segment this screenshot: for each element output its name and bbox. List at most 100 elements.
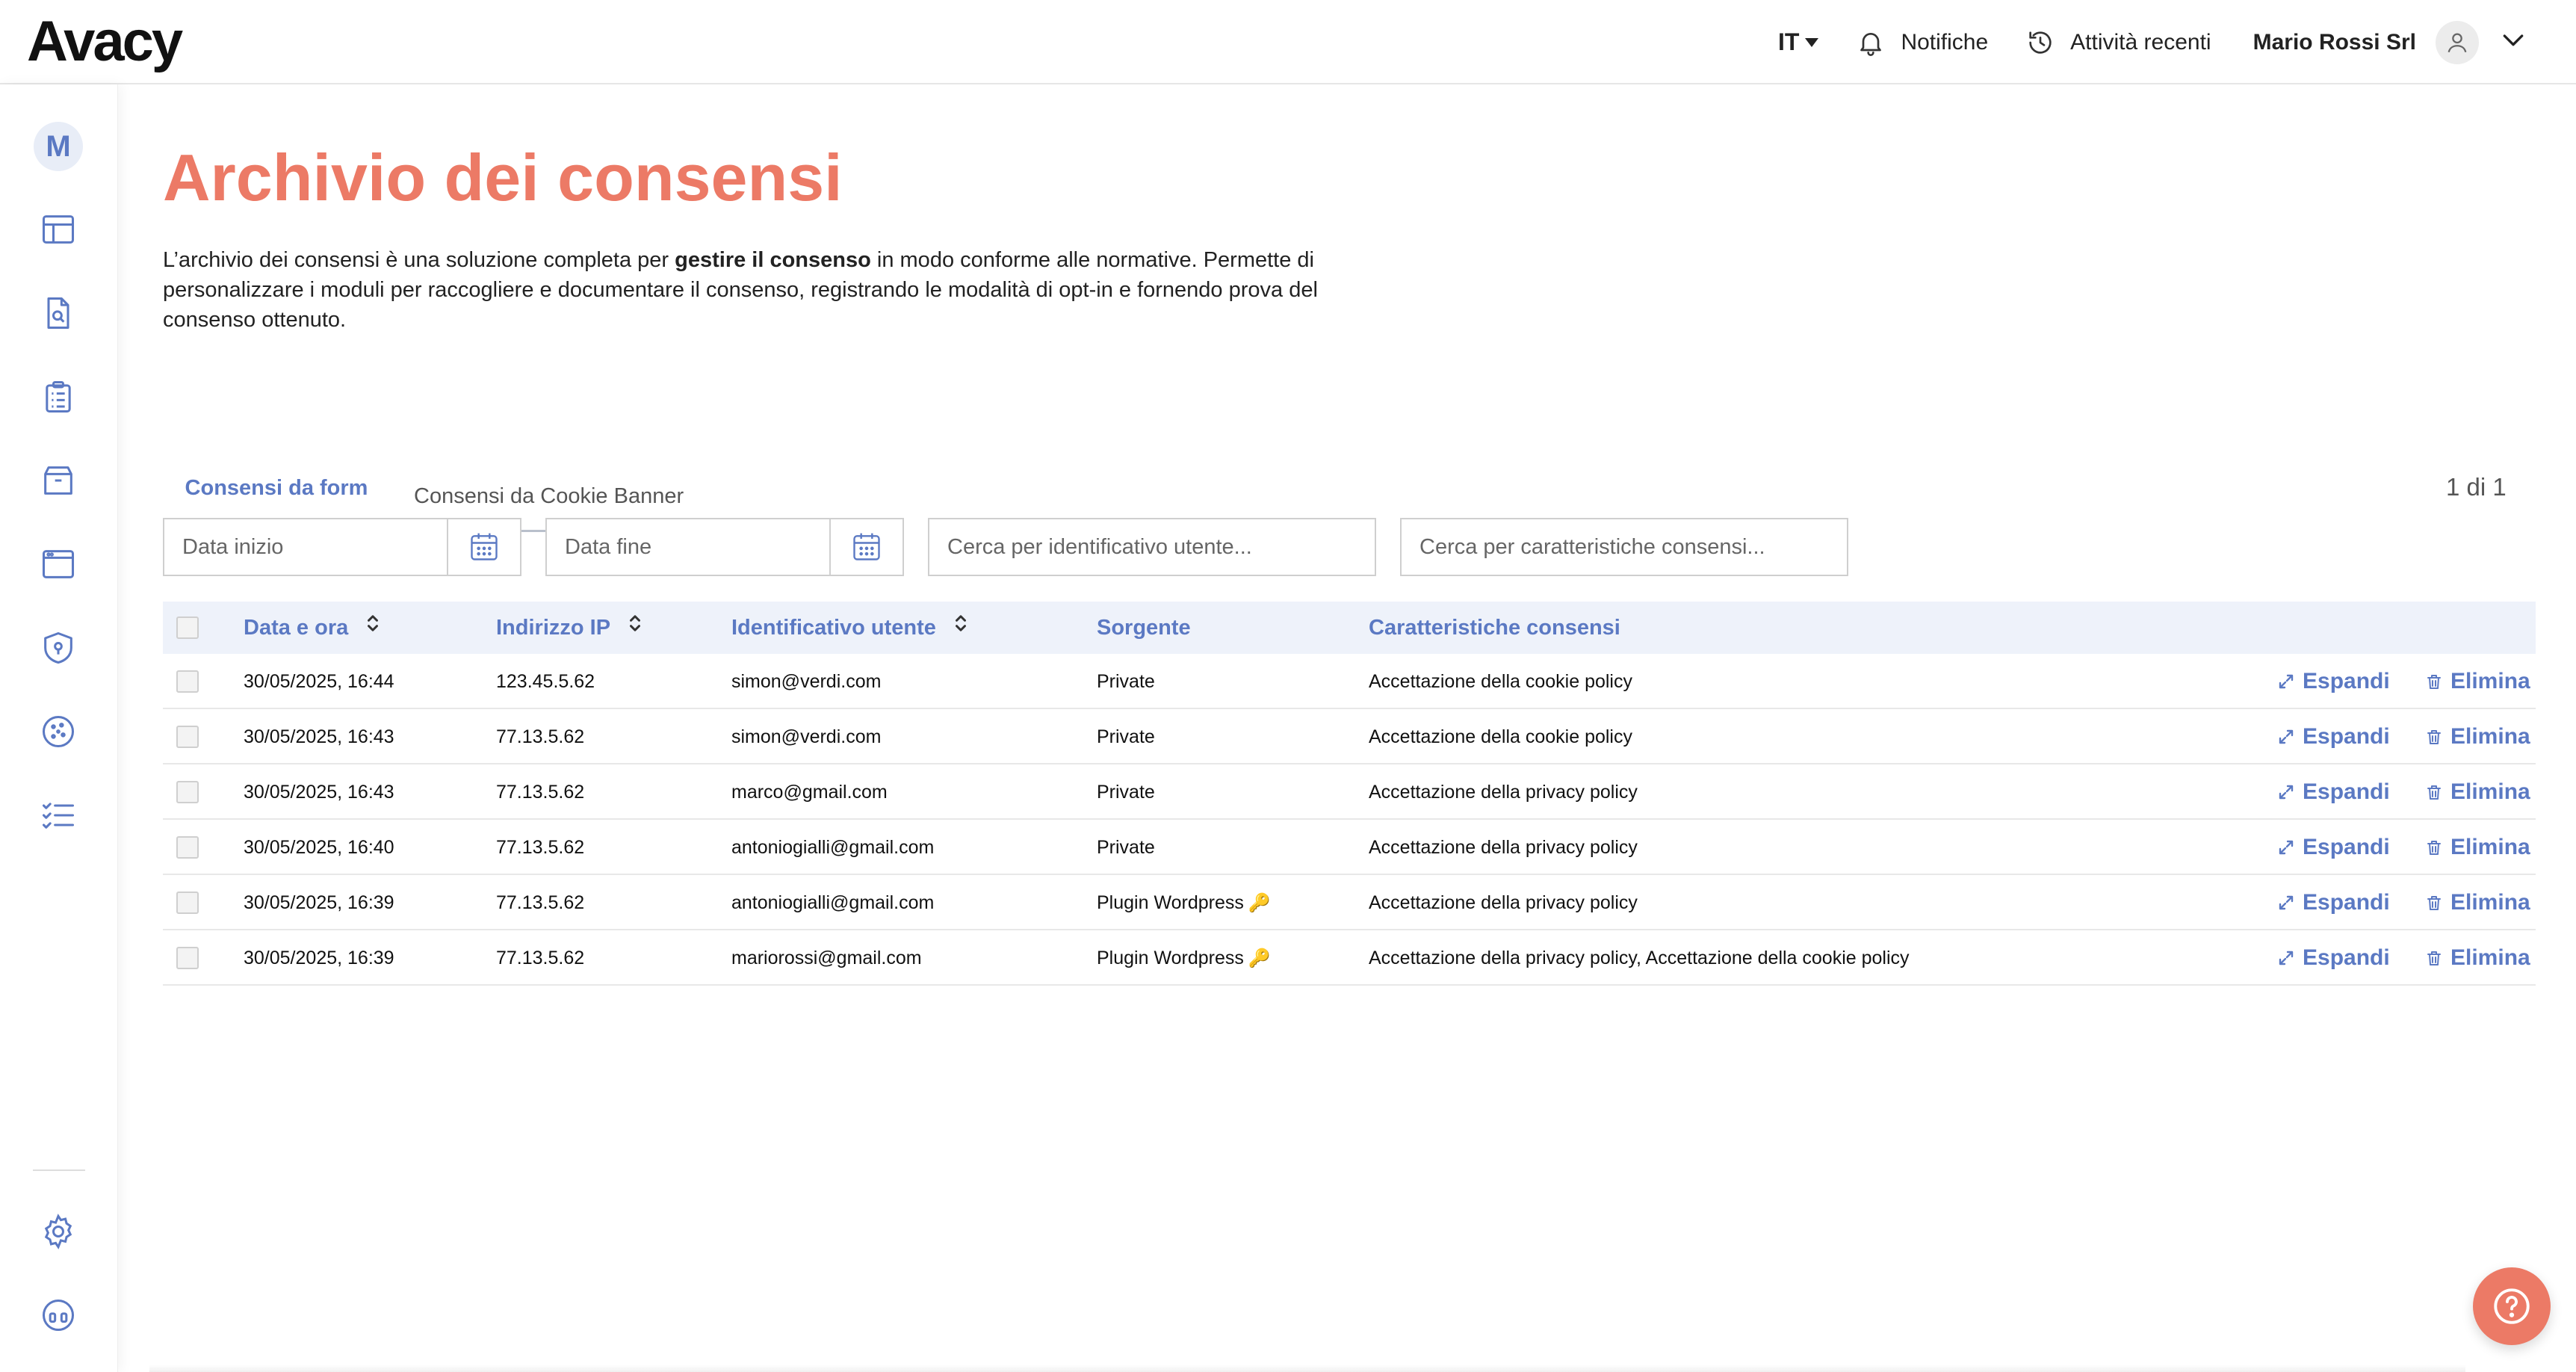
help-button[interactable] bbox=[2473, 1267, 2551, 1345]
cell-features: Accettazione della privacy policy bbox=[1369, 782, 1638, 803]
expand-icon bbox=[2279, 895, 2294, 910]
trash-icon bbox=[2427, 785, 2441, 800]
user-avatar[interactable] bbox=[2436, 20, 2479, 64]
delete-button[interactable]: Elimina bbox=[2425, 764, 2530, 820]
user-id-search-input[interactable] bbox=[928, 518, 1376, 576]
column-header-ip[interactable]: Indirizzo IP bbox=[496, 602, 643, 654]
column-label: Data e ora bbox=[244, 616, 349, 640]
clipboard-list-icon bbox=[46, 380, 71, 413]
column-header-user-id[interactable]: Identificativo utente bbox=[731, 602, 969, 654]
expand-button[interactable]: Espandi bbox=[2277, 930, 2390, 986]
cell-date: 30/05/2025, 16:43 bbox=[244, 782, 394, 803]
delete-label: Elimina bbox=[2450, 945, 2530, 970]
delete-button[interactable]: Elimina bbox=[2425, 875, 2530, 930]
sort-icon[interactable] bbox=[953, 602, 969, 654]
table-body: 30/05/2025, 16:44 123.45.5.62 simon@verdi.… bbox=[163, 654, 2536, 986]
bell-icon bbox=[1860, 32, 1882, 56]
sidebar-item-packages[interactable] bbox=[36, 458, 81, 503]
cell-user-id: antoniogialli@gmail.com bbox=[731, 837, 935, 858]
cell-date: 30/05/2025, 16:40 bbox=[244, 837, 394, 858]
start-date-placeholder: Data inizio bbox=[182, 535, 284, 559]
start-date-picker-button[interactable] bbox=[447, 519, 520, 575]
delete-button[interactable]: Elimina bbox=[2425, 820, 2530, 875]
workspace-avatar[interactable]: M bbox=[34, 122, 83, 171]
company-name: Mario Rossi Srl bbox=[2253, 29, 2416, 55]
table-row: 30/05/2025, 16:39 77.13.5.62 antoniogialli… bbox=[163, 875, 2536, 930]
delete-button[interactable]: Elimina bbox=[2425, 930, 2530, 986]
recent-activity-button[interactable]: Attività recenti bbox=[2025, 28, 2211, 58]
account-menu-toggle[interactable] bbox=[2498, 25, 2528, 61]
cell-user-id: mariorossi@gmail.com bbox=[731, 948, 922, 968]
sort-icon[interactable] bbox=[365, 602, 381, 654]
sidebar-item-registry[interactable] bbox=[36, 374, 81, 419]
cell-ip: 77.13.5.62 bbox=[496, 782, 585, 803]
end-date-placeholder: Data fine bbox=[565, 535, 652, 559]
sidebar-item-documents[interactable] bbox=[36, 291, 81, 336]
delete-button[interactable]: Elimina bbox=[2425, 654, 2530, 709]
select-all-checkbox[interactable] bbox=[176, 617, 199, 639]
expand-button[interactable]: Espandi bbox=[2277, 709, 2390, 764]
delete-label: Elimina bbox=[2450, 669, 2530, 693]
cell-source: Private bbox=[1097, 654, 1155, 709]
key-icon: 🔑 bbox=[1248, 893, 1271, 913]
column-header-date[interactable]: Data e ora bbox=[244, 602, 381, 654]
expand-button[interactable]: Espandi bbox=[2277, 654, 2390, 709]
expand-button[interactable]: Espandi bbox=[2277, 875, 2390, 930]
checklist-icon bbox=[42, 803, 75, 829]
expand-label: Espandi bbox=[2303, 945, 2390, 970]
sort-icon[interactable] bbox=[627, 602, 643, 654]
expand-icon bbox=[2279, 785, 2294, 800]
trash-icon bbox=[2427, 675, 2441, 689]
cell-date: 30/05/2025, 16:43 bbox=[244, 726, 394, 747]
table-row: 30/05/2025, 16:44 123.45.5.62 simon@verdi.… bbox=[163, 654, 2536, 709]
expand-label: Espandi bbox=[2303, 779, 2390, 804]
row-checkbox[interactable] bbox=[176, 670, 199, 693]
row-checkbox[interactable] bbox=[176, 781, 199, 803]
footer-shadow bbox=[149, 1365, 2465, 1372]
sidebar-item-support[interactable] bbox=[36, 1293, 81, 1338]
recent-activity-label: Attività recenti bbox=[2070, 29, 2211, 55]
table-row: 30/05/2025, 16:43 77.13.5.62 simon@verdi.c… bbox=[163, 709, 2536, 764]
expand-button[interactable]: Espandi bbox=[2277, 820, 2390, 875]
column-label: Sorgente bbox=[1097, 616, 1191, 640]
delete-button[interactable]: Elimina bbox=[2425, 709, 2530, 764]
end-date-field[interactable]: Data fine bbox=[545, 518, 904, 576]
sidebar-item-checklist[interactable] bbox=[36, 793, 81, 838]
notifications-button[interactable]: Notifiche bbox=[1856, 28, 1988, 58]
cell-ip: 123.45.5.62 bbox=[496, 671, 595, 692]
row-checkbox[interactable] bbox=[176, 892, 199, 914]
sidebar-item-privacy[interactable] bbox=[36, 625, 81, 670]
cell-features: Accettazione della cookie policy bbox=[1369, 671, 1632, 692]
column-label: Indirizzo IP bbox=[496, 616, 611, 640]
top-bar-actions: IT Notifiche Attività recenti Mario Ross… bbox=[1778, 0, 2528, 84]
cell-source: Plugin Wordpress 🔑 bbox=[1097, 930, 1271, 986]
consent-features-search-input[interactable] bbox=[1400, 518, 1848, 576]
sidebar-item-dashboard[interactable] bbox=[36, 207, 81, 252]
sidebar-item-banner[interactable] bbox=[36, 542, 81, 587]
row-checkbox[interactable] bbox=[176, 836, 199, 859]
column-label: Caratteristiche consensi bbox=[1369, 616, 1620, 640]
user-icon bbox=[2447, 33, 2467, 52]
shield-icon bbox=[44, 631, 72, 664]
expand-label: Espandi bbox=[2303, 724, 2390, 749]
start-date-field[interactable]: Data inizio bbox=[163, 518, 521, 576]
headset-icon bbox=[42, 1299, 75, 1332]
table-row: 30/05/2025, 16:40 77.13.5.62 antoniogialli… bbox=[163, 820, 2536, 875]
expand-button[interactable]: Espandi bbox=[2277, 764, 2390, 820]
expand-icon bbox=[2279, 951, 2294, 965]
source-label: Plugin Wordpress bbox=[1097, 892, 1244, 913]
end-date-picker-button[interactable] bbox=[829, 519, 902, 575]
table-row: 30/05/2025, 16:43 77.13.5.62 marco@gmail.c… bbox=[163, 764, 2536, 820]
logo[interactable]: Avacy bbox=[27, 10, 183, 73]
sidebar-item-settings[interactable] bbox=[36, 1209, 81, 1254]
cell-user-id: simon@verdi.com bbox=[731, 671, 882, 692]
sidebar-divider bbox=[33, 1169, 85, 1171]
row-checkbox[interactable] bbox=[176, 726, 199, 748]
row-checkbox[interactable] bbox=[176, 947, 199, 969]
cell-ip: 77.13.5.62 bbox=[496, 726, 585, 747]
language-selector[interactable]: IT bbox=[1778, 28, 1819, 56]
table-row: 30/05/2025, 16:39 77.13.5.62 mariorossi@gm… bbox=[163, 930, 2536, 986]
cell-user-id: marco@gmail.com bbox=[731, 782, 888, 803]
sidebar-item-cookies[interactable] bbox=[36, 709, 81, 754]
table-header: Data e ora Indirizzo IP Identificativo u… bbox=[163, 602, 2536, 654]
